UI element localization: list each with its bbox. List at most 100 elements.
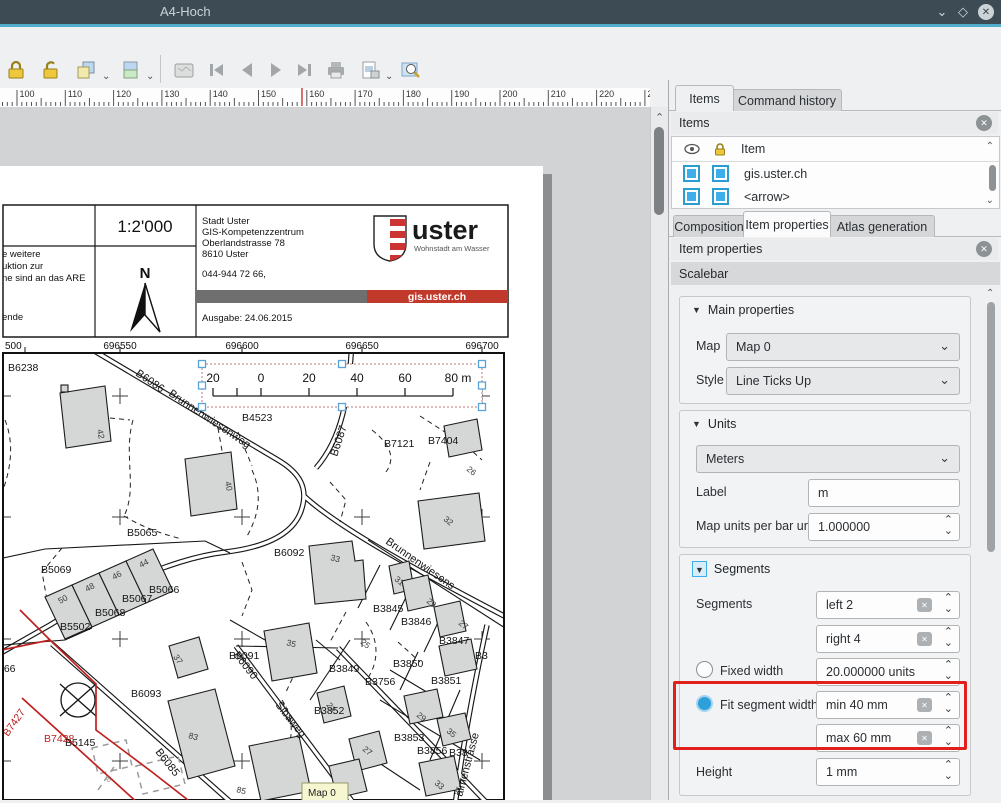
items-scroll-up-icon[interactable]: ⌃	[986, 141, 994, 152]
map-label: B3756	[365, 676, 396, 688]
map-label: B5066	[149, 584, 180, 596]
atlas-first-button[interactable]	[202, 55, 230, 85]
spin-buttons[interactable]: ⌃⌄	[944, 627, 953, 649]
tab-item-properties[interactable]: Item properties	[743, 211, 831, 237]
unit-label-input[interactable]: m	[808, 479, 960, 507]
window-shade-icon[interactable]: ⌄	[933, 3, 951, 21]
item-visibility-checkbox[interactable]	[683, 165, 700, 182]
item-type-bar: Scalebar	[671, 262, 1000, 285]
selection-handle	[479, 404, 486, 411]
scalebar-number: 60	[398, 371, 412, 385]
tab-items[interactable]: Items	[675, 85, 734, 111]
svg-text:190: 190	[454, 89, 469, 99]
canvas-vscrollbar[interactable]: ⌃	[650, 107, 668, 800]
scroll-up-icon[interactable]: ⌃	[655, 111, 664, 124]
tab-command-history[interactable]: Command history	[732, 89, 842, 111]
unlock-items-button[interactable]	[36, 55, 64, 85]
window-maximize-icon[interactable]: ◇	[954, 3, 972, 21]
spin-buttons[interactable]: ⌃⌄	[944, 760, 953, 782]
item-row[interactable]: gis.uster.ch	[672, 162, 999, 185]
item-lock-checkbox[interactable]	[712, 165, 729, 182]
units-combobox[interactable]: Meters ⌄	[696, 445, 960, 473]
lock-items-button[interactable]	[2, 55, 30, 85]
atlas-next-button[interactable]	[262, 55, 290, 85]
collapse-triangle-icon[interactable]: ▼	[692, 419, 701, 429]
atlas-last-button[interactable]	[291, 55, 319, 85]
items-scroll-down-icon[interactable]: ⌄	[986, 195, 994, 206]
map-combobox[interactable]: Map 0 ⌄	[726, 333, 960, 361]
map-label: B5065	[127, 527, 158, 539]
atlas-last-icon	[293, 58, 317, 82]
map-label: B3849	[329, 663, 360, 675]
window-close-icon[interactable]: ✕	[978, 4, 994, 20]
panel-scroll-up-icon[interactable]: ⌃	[986, 288, 994, 299]
item-row[interactable]: <arrow>	[672, 185, 999, 208]
export-image-button[interactable]	[356, 55, 384, 85]
map-label: B3	[475, 650, 488, 662]
selection-handle	[339, 361, 346, 368]
items-dock-title: Items	[679, 116, 710, 130]
clear-icon[interactable]: ✕	[917, 632, 932, 646]
tab-composition[interactable]: Composition	[673, 215, 745, 237]
composer-canvas[interactable]: e weitere uktion zur ne sind an das ARE …	[0, 107, 668, 800]
print-button[interactable]	[322, 55, 350, 85]
coordinate-label: 500	[5, 341, 22, 352]
clear-icon[interactable]: ✕	[917, 598, 932, 612]
map-label: B5069	[41, 564, 72, 576]
spin-buttons[interactable]: ⌃⌄	[944, 593, 953, 615]
map-label: B7428	[44, 733, 75, 745]
scalebar-number: 40	[350, 371, 364, 385]
canvas-vscroll-thumb[interactable]	[654, 127, 664, 215]
tab-atlas-generation[interactable]: Atlas generation	[829, 215, 935, 237]
map-label: B3853	[394, 732, 425, 744]
right-panel: Items Command history Items ✕ Item ⌃ gis…	[668, 80, 1001, 800]
scalebar-item[interactable]: 20020406080 m	[199, 361, 486, 411]
map-label: B5502	[60, 621, 91, 633]
spin-buttons[interactable]: ⌃⌄	[944, 660, 953, 682]
map-item[interactable]: 500696550696600696650696700	[0, 340, 508, 800]
spin-buttons[interactable]: ⌃⌄	[944, 515, 953, 537]
items-dock-header: Items ✕	[671, 112, 998, 134]
style-combobox[interactable]: Line Ticks Up ⌄	[726, 367, 960, 395]
collapse-triangle-focus: ▼	[692, 561, 707, 577]
items-vscroll-thumb[interactable]	[989, 165, 996, 191]
map-label: B7404	[428, 435, 459, 447]
atlas-prev-icon	[235, 58, 259, 82]
map-label: Map	[696, 339, 720, 353]
items-dock-close-icon[interactable]: ✕	[976, 115, 992, 131]
phone-line: 044-944 72 66,	[202, 269, 266, 280]
raise-items-button[interactable]	[72, 55, 100, 85]
item-visibility-checkbox[interactable]	[683, 188, 700, 205]
scalebar-number: 80 m	[445, 371, 472, 385]
zoom-full-button[interactable]	[396, 55, 424, 85]
align-items-dropdown-icon[interactable]: ⌄	[146, 71, 154, 82]
svg-text:200: 200	[503, 89, 518, 99]
collapse-triangle-icon[interactable]: ▼	[692, 305, 701, 315]
map-label: B4523	[242, 412, 273, 424]
panel-vscroll-thumb[interactable]	[987, 302, 995, 552]
raise-items-dropdown-icon[interactable]: ⌄	[102, 71, 110, 82]
export-dropdown-icon[interactable]: ⌄	[385, 71, 393, 82]
notes-line: ne sind an das ARE	[2, 273, 85, 284]
atlas-prev-button[interactable]	[233, 55, 261, 85]
issue-date: Ausgabe: 24.06.2015	[202, 313, 292, 324]
properties-dock-close-icon[interactable]: ✕	[976, 241, 992, 257]
map-units-per-bar-unit-spinbox[interactable]: 1.000000 ⌃⌄	[808, 513, 960, 541]
svg-text:100: 100	[20, 89, 35, 99]
height-spinbox[interactable]: 1 mm ⌃⌄	[816, 758, 960, 786]
segments-right-spinbox[interactable]: right 4 ✕ ⌃⌄	[816, 625, 960, 653]
selection-handle	[479, 361, 486, 368]
page-shadow	[543, 174, 552, 800]
collapse-triangle-icon[interactable]: ▼	[695, 565, 704, 575]
chevron-down-icon: ⌄	[939, 372, 950, 388]
atlas-preview-button[interactable]	[170, 55, 198, 85]
svg-text:220: 220	[599, 89, 614, 99]
fixed-width-radio[interactable]	[696, 661, 713, 678]
segments-left-spinbox[interactable]: left 2 ✕ ⌃⌄	[816, 591, 960, 619]
map-label: B5068	[95, 607, 126, 619]
align-items-button[interactable]	[116, 55, 144, 85]
item-lock-checkbox[interactable]	[712, 188, 729, 205]
visibility-column-icon	[684, 143, 700, 155]
address-line: 8610 Uster	[202, 249, 248, 260]
height-label: Height	[696, 765, 732, 779]
